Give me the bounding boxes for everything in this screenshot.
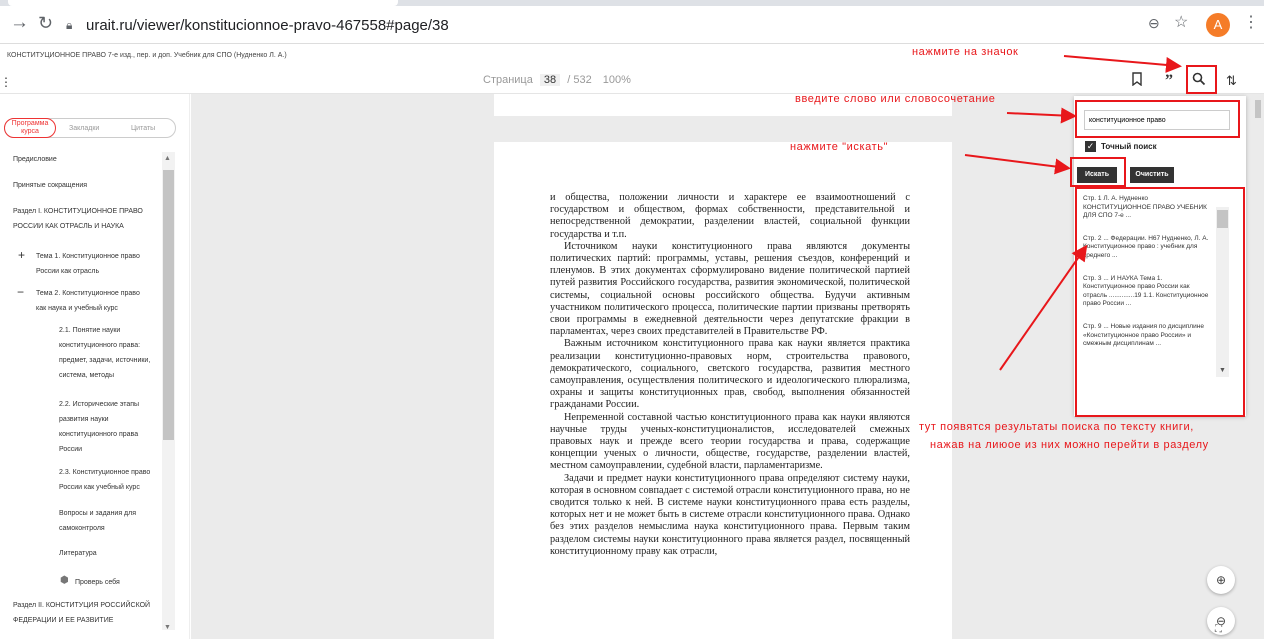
arrow-to-search-icon (1063, 55, 1182, 73)
fullscreen-icon[interactable]: ⛶ (1215, 624, 1222, 635)
arrow-to-search-button (964, 154, 1071, 175)
arrow-to-search-input (1006, 107, 1077, 124)
annotation-arrows (964, 55, 1182, 371)
arrow-to-results (999, 244, 1088, 371)
